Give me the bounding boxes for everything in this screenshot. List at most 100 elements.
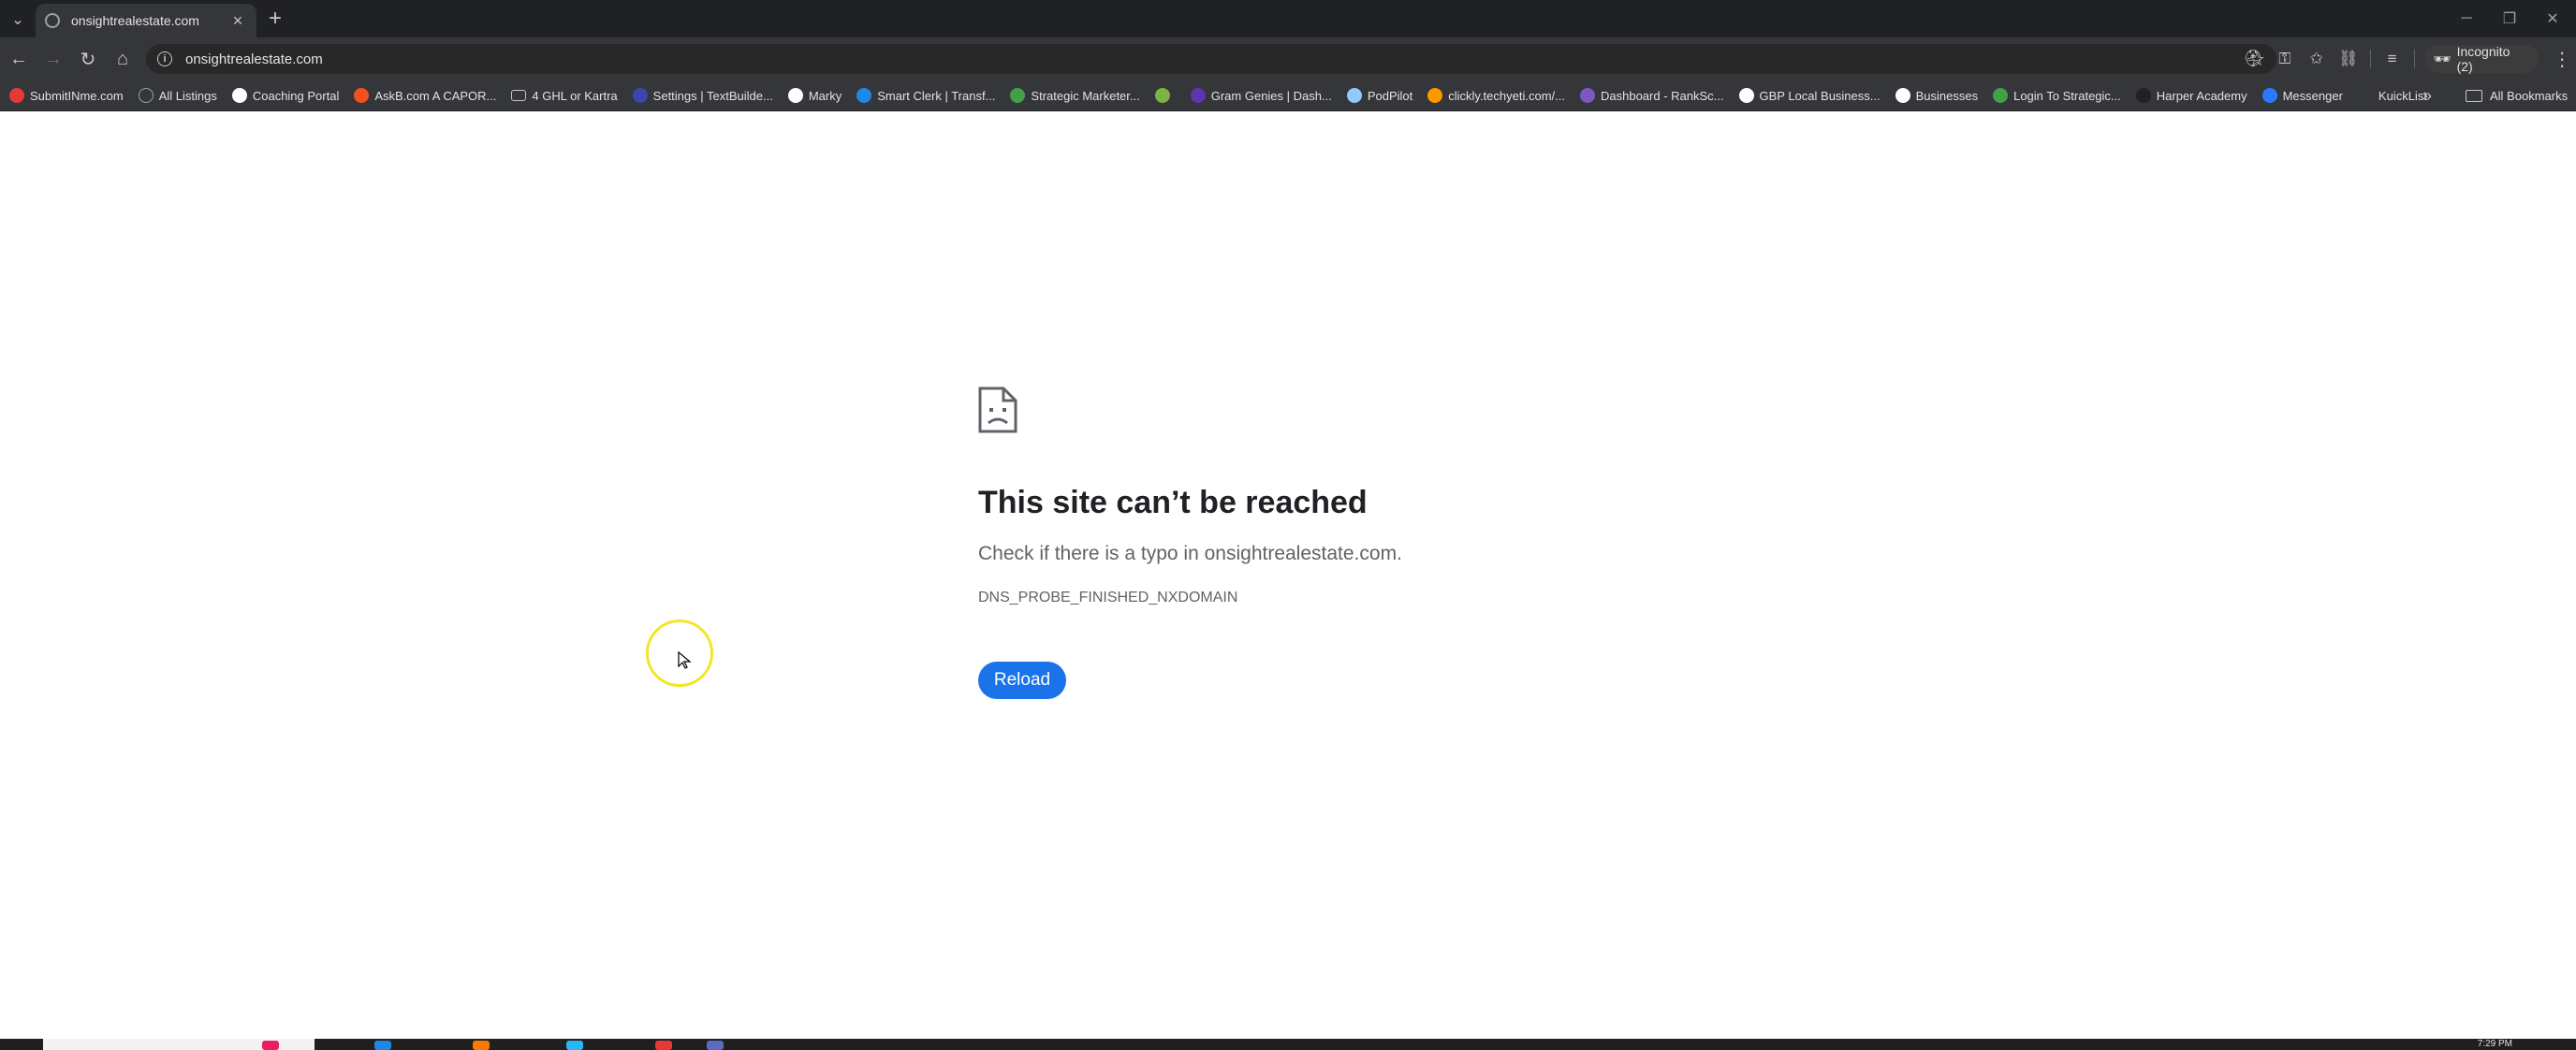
restore-icon[interactable]: ❐ (2488, 0, 2531, 37)
incognito-icon: 🕶 (2433, 51, 2452, 67)
bookmark-item[interactable]: SubmitINme.com (9, 88, 124, 103)
taskbar: 7:29 PM (0, 1039, 2576, 1050)
bookmark-label: All Listings (158, 88, 217, 103)
podpilot-favicon-icon (1346, 88, 1362, 103)
bookmark-item[interactable]: Settings | TextBuilde... (632, 88, 773, 103)
toolbar-icons: ⛑ ⚿ ✩ ⛓ ≡ 🕶 Incognito (2) ⋮ (2237, 44, 2576, 74)
bookmark-item[interactable]: PodPilot (1346, 88, 1412, 103)
bookmark-label: Harper Academy (2156, 88, 2247, 103)
bookmarks-overflow-chevron-icon[interactable]: » (2422, 86, 2432, 106)
globe-icon (45, 13, 60, 28)
house-favicon-icon (1154, 88, 1170, 103)
tab-title: onsightrealestate.com (71, 13, 199, 28)
new-tab-plus-icon[interactable]: + (262, 6, 288, 32)
taskbar-app-icon[interactable] (262, 1041, 279, 1050)
link-icon[interactable]: ⛓ (2333, 44, 2364, 74)
bookmark-item[interactable]: Coaching Portal (231, 88, 340, 103)
bookmark-label: Gram Genies | Dash... (1210, 88, 1332, 103)
address-bar[interactable]: i onsightrealestate.com ☆ (146, 44, 2276, 74)
bookmark-item[interactable]: Smart Clerk | Transf... (856, 88, 995, 103)
bookmark-item[interactable]: GBP Local Business... (1738, 88, 1881, 103)
reading-list-icon[interactable]: ≡ (2377, 44, 2408, 74)
globe-icon (138, 88, 154, 103)
textbuilder-favicon-icon (632, 88, 648, 103)
bookmark-label: Coaching Portal (252, 88, 340, 103)
all-bookmarks-button[interactable]: All Bookmarks (2466, 80, 2568, 111)
back-arrow-icon[interactable]: ← (3, 43, 35, 75)
browser-chrome: ⌄ onsightrealestate.com × + ─ ❐ ✕ ← → ↻ … (0, 0, 2576, 111)
strategic-favicon-icon (1010, 88, 1026, 103)
bookmark-item[interactable]: Marky (787, 88, 842, 103)
harper-favicon-icon (2135, 88, 2151, 103)
tab-strip: ⌄ onsightrealestate.com × + ─ ❐ ✕ (0, 0, 2576, 37)
mouse-pointer-icon (678, 651, 692, 669)
home-icon[interactable]: ⌂ (107, 43, 139, 75)
bookmark-item[interactable]: Strategic Marketer... (1010, 88, 1140, 103)
clickly-favicon-icon (1427, 88, 1443, 103)
incognito-extension-icon[interactable]: ⛑ (2237, 44, 2269, 74)
marky-favicon-icon (787, 88, 803, 103)
minimize-icon[interactable]: ─ (2445, 0, 2488, 37)
bookmark-label: Strategic Marketer... (1031, 88, 1140, 103)
bookmark-item[interactable] (1154, 88, 1176, 103)
forward-arrow-icon[interactable]: → (37, 43, 69, 75)
error-message: Check if there is a typo in onsightreale… (978, 543, 1402, 564)
bookmark-item[interactable]: KuickList (2357, 88, 2427, 103)
folder-icon (2466, 90, 2482, 102)
taskbar-app-icon[interactable] (374, 1041, 391, 1050)
all-bookmarks-label: All Bookmarks (2490, 89, 2569, 103)
kuicklist-favicon-icon (2357, 88, 2373, 103)
window-close-icon[interactable]: ✕ (2531, 0, 2574, 37)
favorites-star-icon[interactable]: ✩ (2301, 44, 2333, 74)
bookmarks-bar: SubmitINme.com All Listings Coaching Porta… (0, 80, 2576, 111)
bookmark-item[interactable]: clickly.techyeti.com/... (1427, 88, 1565, 103)
askb-favicon-icon (354, 88, 370, 103)
bookmark-label: Smart Clerk | Transf... (877, 88, 996, 103)
smartclerk-favicon-icon (856, 88, 872, 103)
bookmark-label: GBP Local Business... (1759, 88, 1881, 103)
bookmark-label: SubmitINme.com (30, 88, 124, 103)
bookmark-item[interactable]: 4 GHL or Kartra (511, 89, 618, 103)
submit-favicon-icon (9, 88, 24, 103)
google-favicon-icon (1895, 88, 1910, 103)
bookmark-label: Dashboard - RankSc... (1600, 88, 1724, 103)
taskbar-app-icon[interactable] (655, 1041, 672, 1050)
tab-active[interactable]: onsightrealestate.com × (36, 4, 256, 37)
bookmark-item[interactable]: Dashboard - RankSc... (1579, 88, 1724, 103)
bookmark-item[interactable]: AskB.com A CAPOR... (354, 88, 496, 103)
site-info-icon[interactable]: i (157, 51, 172, 66)
incognito-profile-button[interactable]: 🕶 Incognito (2) (2423, 44, 2539, 74)
bookmark-label: Messenger (2282, 88, 2343, 103)
bookmark-item[interactable]: Businesses (1895, 88, 1978, 103)
bookmark-label: Login To Strategic... (2013, 88, 2121, 103)
error-code: DNS_PROBE_FINISHED_NXDOMAIN (978, 590, 1238, 605)
bookmark-label: clickly.techyeti.com/... (1448, 88, 1565, 103)
close-icon[interactable]: × (228, 11, 247, 31)
gramgenies-favicon-icon (1190, 88, 1206, 103)
bookmark-item[interactable]: Harper Academy (2135, 88, 2247, 103)
taskbar-app-icon[interactable] (566, 1041, 583, 1050)
bookmark-item[interactable]: Gram Genies | Dash... (1190, 88, 1332, 103)
incognito-label: Incognito (2) (2456, 44, 2510, 74)
tab-search-chevron-icon[interactable]: ⌄ (6, 7, 30, 32)
bookmark-label: KuickList (2378, 88, 2427, 103)
toolbar: ← → ↻ ⌂ i onsightrealestate.com ☆ ⛑ ⚿ ✩ … (0, 37, 2576, 80)
toolbar-separator (2369, 50, 2371, 68)
gbp-favicon-icon (1738, 88, 1754, 103)
taskbar-app-icon[interactable] (473, 1041, 490, 1050)
reload-button[interactable]: Reload (978, 662, 1066, 699)
toolbar-separator (2413, 50, 2415, 68)
kebab-menu-icon[interactable]: ⋮ (2548, 48, 2576, 71)
address-url[interactable]: onsightrealestate.com (185, 51, 323, 67)
bookmark-item[interactable]: All Listings (138, 88, 217, 103)
taskbar-app-icon[interactable] (707, 1041, 724, 1050)
password-key-icon[interactable]: ⚿ (2269, 44, 2301, 74)
bookmark-item[interactable]: Messenger (2261, 88, 2343, 103)
strategic-login-favicon-icon (1993, 88, 2009, 103)
reload-icon[interactable]: ↻ (72, 43, 104, 75)
sad-document-icon (978, 386, 1017, 433)
bookmark-label: Marky (808, 88, 842, 103)
ranksc-favicon-icon (1579, 88, 1595, 103)
bookmark-item[interactable]: Login To Strategic... (1993, 88, 2121, 103)
messenger-favicon-icon (2261, 88, 2277, 103)
